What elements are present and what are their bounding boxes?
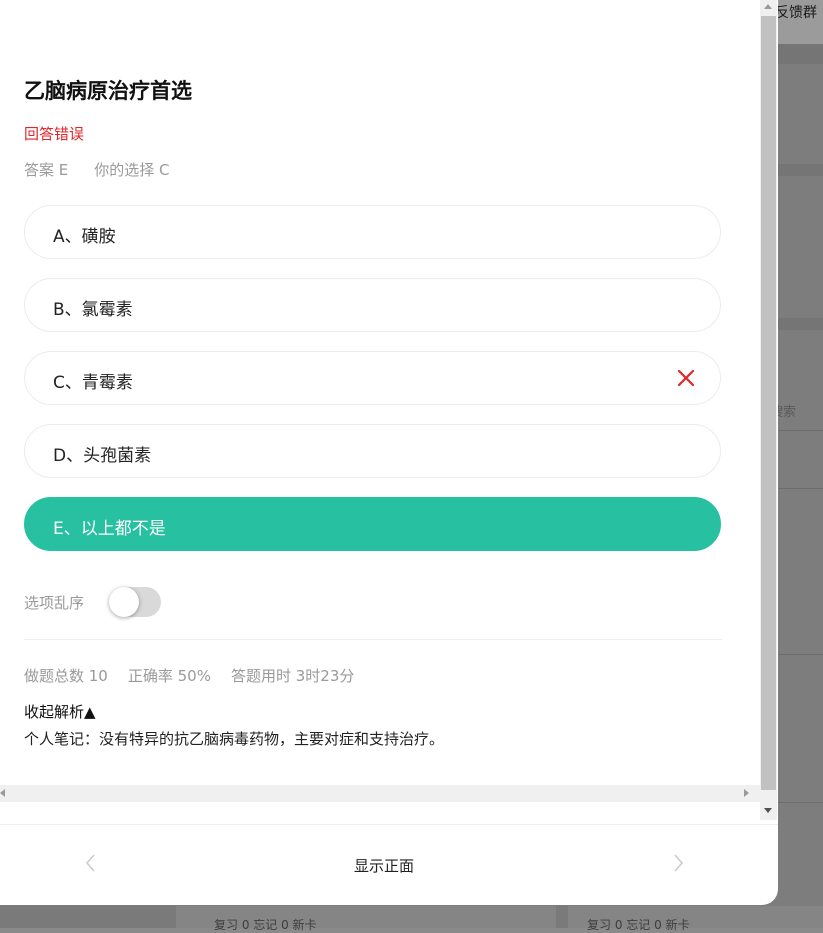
option-label: D、头孢菌素 [53, 446, 152, 466]
option-label: C、青霉素 [53, 373, 133, 393]
total-count: 做题总数 10 [24, 667, 108, 685]
vertical-scrollbar[interactable] [760, 0, 777, 820]
answer-row: 答案 E 你的选择 C [24, 159, 196, 180]
option-e[interactable]: E、以上都不是 [24, 497, 721, 551]
shuffle-options-label: 选项乱序 [24, 594, 85, 612]
scroll-up-arrow-icon[interactable] [764, 4, 772, 9]
shuffle-options-toggle[interactable] [109, 587, 161, 617]
personal-note: 个人笔记：没有特异的抗乙脑病毒药物，主要对症和支持治疗。 [24, 730, 445, 748]
question-title: 乙脑病原治疗首选 [24, 79, 192, 103]
show-front-button[interactable]: 显示正面 [0, 855, 768, 876]
footer-divider [0, 824, 778, 825]
option-b[interactable]: B、氯霉素 [24, 278, 721, 332]
horizontal-scrollbar[interactable] [0, 785, 760, 802]
background-divider [776, 430, 823, 431]
modal-scroll-area[interactable]: 乙脑病原治疗首选 回答错误 答案 E 你的选择 C A、磺胺 B、氯霉素 C、青霉… [0, 0, 760, 785]
option-d[interactable]: D、头孢菌素 [24, 424, 721, 478]
correct-answer-label: 答案 E [24, 161, 69, 179]
accuracy-rate: 正确率 50% [127, 667, 211, 685]
collapse-analysis-toggle[interactable]: 收起解析▲ [24, 701, 96, 722]
option-label: E、以上都不是 [53, 519, 166, 539]
background-card-stats: 复习 0 忘记 0 新卡 [587, 918, 690, 932]
option-label: B、氯霉素 [53, 300, 133, 320]
vertical-scroll-thumb[interactable] [761, 16, 776, 790]
background-divider [776, 802, 823, 803]
background-band [776, 44, 823, 64]
question-modal: 乙脑病原治疗首选 回答错误 答案 E 你的选择 C A、磺胺 B、氯霉素 C、青霉… [0, 0, 778, 905]
background-band [776, 164, 823, 176]
scroll-left-arrow-icon[interactable] [0, 789, 5, 797]
scroll-down-arrow-icon[interactable] [764, 808, 772, 813]
option-c[interactable]: C、青霉素 [24, 351, 721, 405]
stats-row: 做题总数 10 正确率 50% 答题用时 3时23分 [24, 665, 374, 686]
background-band [776, 318, 823, 330]
wrong-mark-icon [677, 369, 695, 387]
toggle-knob [109, 587, 139, 617]
option-a[interactable]: A、磺胺 [24, 205, 721, 259]
feedback-group-link[interactable]: 反馈群 [775, 2, 817, 22]
your-choice-label: 你的选择 C [94, 161, 170, 179]
background-divider [776, 488, 823, 489]
scroll-right-arrow-icon[interactable] [744, 789, 749, 797]
option-label: A、磺胺 [53, 227, 116, 247]
answer-status: 回答错误 [24, 125, 85, 143]
time-spent: 答题用时 3时23分 [230, 667, 355, 685]
section-divider [24, 639, 722, 640]
background-card-stats: 复习 0 忘记 0 新卡 [214, 918, 317, 932]
background-divider [776, 654, 823, 655]
next-chevron-icon[interactable] [670, 853, 686, 873]
